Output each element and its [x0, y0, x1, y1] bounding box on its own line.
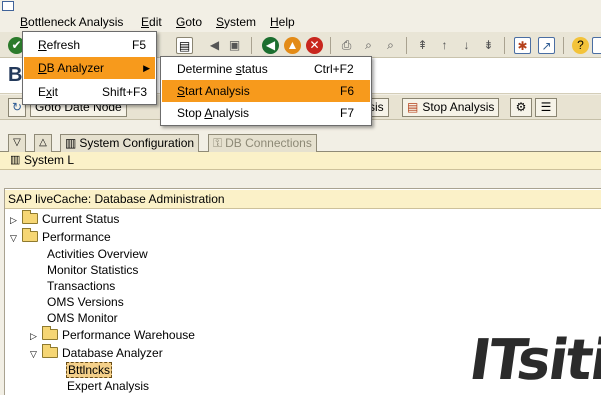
first-page-icon[interactable]: ⇞ — [414, 37, 431, 54]
folder-open-icon — [22, 228, 38, 242]
shortcut-label: Ctrl+F2 — [314, 62, 354, 76]
create-session-icon[interactable]: ✱ — [514, 37, 531, 54]
system-label: System L — [24, 153, 75, 167]
exit-icon[interactable]: ▲ — [284, 37, 301, 54]
tree-node-activities-overview[interactable]: Activities Overview — [47, 246, 148, 262]
expand-arrow-icon[interactable]: ▷ — [10, 212, 22, 228]
system-config-icon: ▥ — [65, 136, 77, 150]
layout-menu-icon[interactable] — [592, 37, 601, 54]
toolbar-separator — [251, 37, 252, 54]
folder-icon — [42, 326, 58, 340]
tree-node-label: Database Analyzer — [62, 346, 163, 360]
menu-item-determine-status[interactable]: Determine status Ctrl+F2 — [162, 58, 370, 80]
collapse-down-icon[interactable]: ▽ — [8, 134, 26, 152]
print-icon[interactable]: ⎙ — [338, 37, 355, 54]
toolbar-separator — [563, 37, 564, 54]
expand-arrow-icon[interactable]: ▷ — [30, 328, 42, 344]
stop-analysis-label: Stop Analysis — [422, 100, 495, 114]
command-field-button[interactable]: ▤ — [176, 37, 193, 54]
tree-node-oms-versions[interactable]: OMS Versions — [47, 294, 124, 310]
next-page-icon[interactable]: ↓ — [458, 37, 475, 54]
find-next-icon[interactable]: ⌕ — [382, 37, 399, 54]
shortcut-label: Shift+F3 — [102, 85, 148, 99]
toolbar-separator — [406, 37, 407, 54]
tab-db-connections[interactable]: ⚿ DB Connections — [208, 134, 317, 152]
tree-node-database-analyzer[interactable]: ▽ Database Analyzer — [30, 344, 163, 362]
tree-header: SAP liveCache: Database Administration — [5, 190, 601, 209]
menu-help[interactable]: Help — [270, 14, 295, 30]
shortcut-label: F7 — [340, 106, 355, 120]
back-arrow-icon[interactable]: ◀ — [206, 37, 223, 54]
system-icon: ▥ — [10, 154, 21, 166]
list-icon[interactable]: ☰ — [535, 98, 557, 117]
tab-label: System Configuration — [79, 136, 195, 150]
collapse-up-icon[interactable]: △ — [34, 134, 52, 152]
shortcut-icon[interactable]: ↗ — [538, 37, 555, 54]
collapse-arrow-icon[interactable]: ▽ — [30, 346, 42, 362]
menu-item-refresh[interactable]: Refresh F5 — [24, 34, 155, 56]
tree-node-transactions[interactable]: Transactions — [47, 278, 115, 294]
menu-item-exit[interactable]: Exit Shift+F3 — [24, 81, 155, 103]
tree-node-monitor-statistics[interactable]: Monitor Statistics — [47, 262, 138, 278]
watermark: ITsiti — [465, 328, 601, 393]
toolbar-separator — [504, 37, 505, 54]
stop-analysis-button[interactable]: ▤ Stop Analysis — [402, 98, 500, 117]
tree-node-current-status[interactable]: ▷ Current Status — [10, 210, 120, 228]
last-page-icon[interactable]: ⇟ — [480, 37, 497, 54]
menu-item-db-analyzer[interactable]: DB Analyzer ▶ — [24, 57, 155, 79]
back-icon[interactable]: ◀ — [262, 37, 279, 54]
tree-node-bttlncks[interactable]: Bttlncks — [66, 362, 113, 378]
config-icon[interactable]: ⚙ — [510, 98, 532, 117]
tree-node-oms-monitor[interactable]: OMS Monitor — [47, 310, 118, 326]
submenu-arrow-icon: ▶ — [143, 63, 150, 73]
db-analyzer-submenu: Determine status Ctrl+F2 Start Analysis … — [160, 56, 372, 126]
cancel-icon[interactable]: ✕ — [306, 37, 323, 54]
menu-item-stop-analysis[interactable]: Stop Analysis F7 — [162, 102, 370, 124]
spacer — [0, 170, 601, 188]
menu-edit[interactable]: Edit — [141, 14, 162, 30]
menu-label: ottleneck Analysis — [28, 15, 124, 29]
shortcut-label: F6 — [340, 84, 355, 98]
window-title-strip — [0, 0, 601, 12]
system-line: ▥ System L — [0, 152, 601, 170]
menu-bottleneck-analysis[interactable]: Bottleneck Analysis — [20, 14, 123, 30]
tabs-row: ▽ △ ▥ System Configuration ⚿ DB Connection… — [0, 132, 601, 152]
folder-open-icon — [42, 344, 58, 358]
menu-system[interactable]: System — [216, 14, 256, 30]
bottleneck-analysis-dropdown: Refresh F5 DB Analyzer ▶ Exit Shift+F3 — [22, 31, 157, 105]
menu-item-start-analysis[interactable]: Start Analysis F6 — [162, 80, 370, 102]
find-icon[interactable]: ⌕ — [360, 37, 377, 54]
tree-node-label: Performance Warehouse — [62, 328, 195, 342]
menu-goto[interactable]: Goto — [176, 14, 202, 30]
tree-node-expert-analysis[interactable]: Expert Analysis — [67, 378, 149, 394]
db-connections-icon: ⚿ — [213, 136, 223, 150]
tab-label: DB Connections — [225, 136, 312, 150]
stop-icon: ▤ — [407, 100, 419, 114]
save-icon[interactable]: ▣ — [226, 37, 243, 54]
tree-node-performance[interactable]: ▽ Performance — [10, 228, 111, 246]
app-icon — [2, 1, 14, 11]
tab-system-configuration[interactable]: ▥ System Configuration — [60, 134, 200, 152]
shortcut-label: F5 — [132, 38, 147, 52]
menu-bar: Bottleneck Analysis Edit Goto System Hel… — [0, 12, 601, 32]
tree-node-label: Bttlncks — [66, 362, 113, 378]
page-title: B — [8, 64, 23, 86]
tree-node-label: Current Status — [42, 212, 120, 226]
folder-icon — [22, 210, 38, 224]
toolbar-separator — [330, 37, 331, 54]
help-icon[interactable]: ? — [572, 37, 589, 54]
collapse-arrow-icon[interactable]: ▽ — [10, 230, 22, 246]
tree-node-label: Performance — [42, 230, 111, 244]
previous-page-icon[interactable]: ↑ — [436, 37, 453, 54]
tree-node-performance-warehouse[interactable]: ▷ Performance Warehouse — [30, 326, 195, 344]
